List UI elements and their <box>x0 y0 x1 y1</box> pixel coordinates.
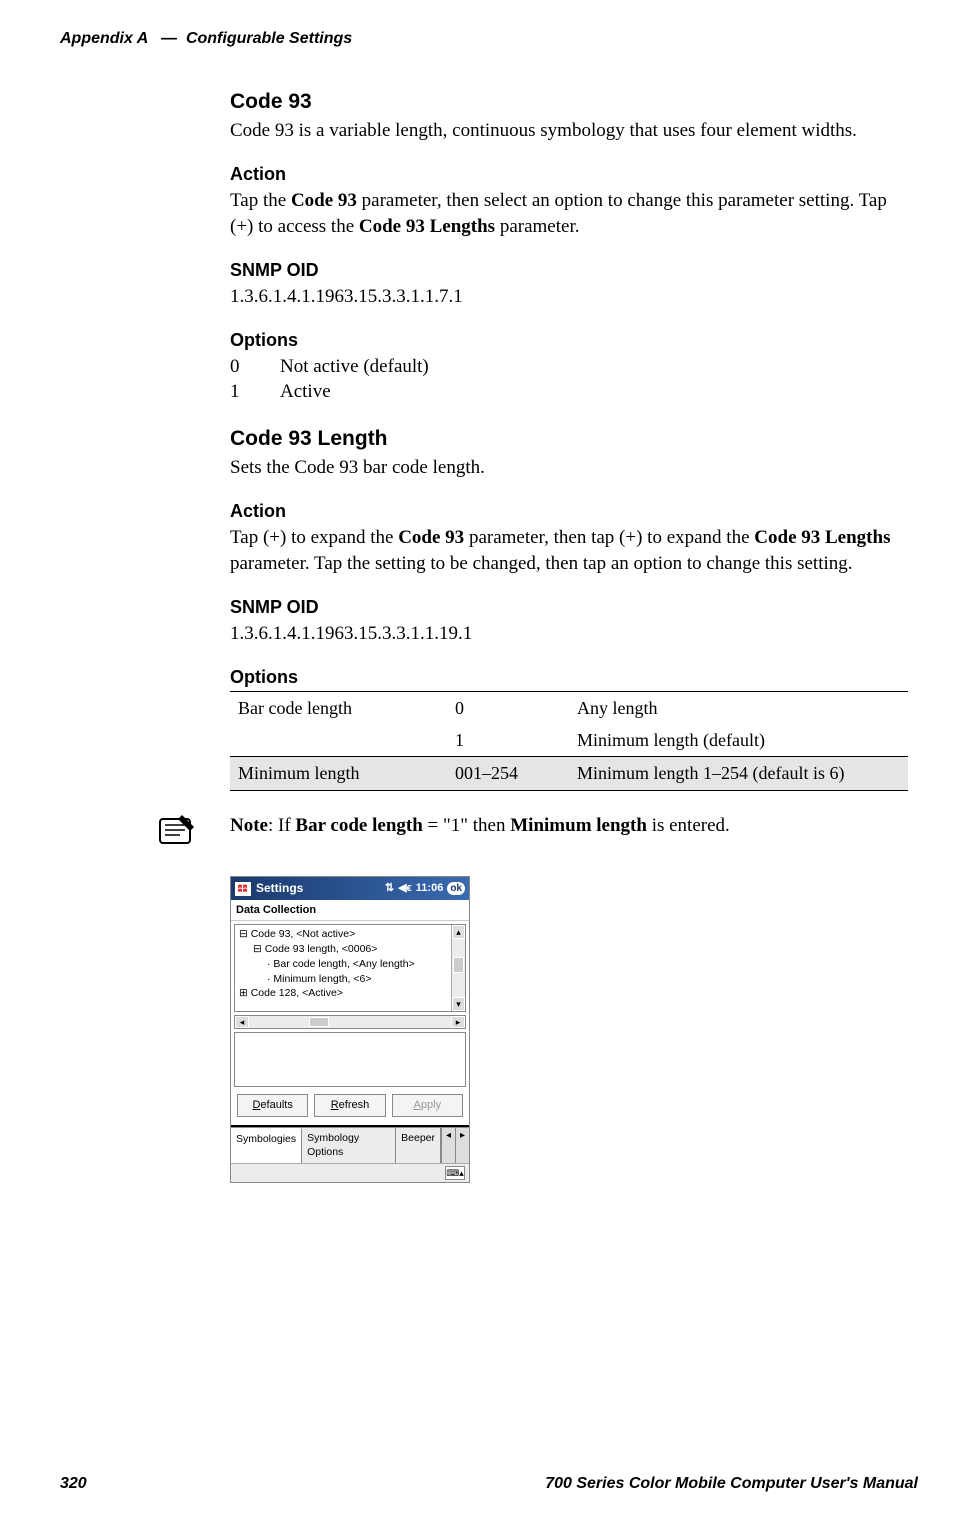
page-footer: 320 700 Series Color Mobile Computer Use… <box>60 1475 918 1493</box>
para-code93-length: Sets the Code 93 bar code length. <box>230 455 908 481</box>
tab-bar: Symbologies Symbology Options Beeper ◂ ▸ <box>231 1127 469 1162</box>
heading-snmp1: SNMP OID <box>230 258 908 282</box>
tree-content[interactable]: ⊟ Code 93, <Not active> ⊟ Code 93 length… <box>235 925 451 1011</box>
tree-item[interactable]: · Bar code length, <Any length> <box>239 957 447 972</box>
heading-action1: Action <box>230 162 908 186</box>
header-title: Configurable Settings <box>186 30 352 47</box>
tab-beeper[interactable]: Beeper <box>396 1128 441 1162</box>
tree-item[interactable]: · Minimum length, <6> <box>239 972 447 987</box>
keyboard-icon[interactable]: ⌨▴ <box>445 1166 465 1180</box>
heading-snmp2: SNMP OID <box>230 595 908 619</box>
em-dash: — <box>161 30 177 47</box>
snmp-oid-2: 1.3.6.1.4.1.1963.15.3.3.1.1.19.1 <box>230 621 908 647</box>
scroll-left-button[interactable]: ◂ <box>235 1016 249 1028</box>
note-text: Note: If Bar code length = "1" then Mini… <box>230 813 730 839</box>
note-icon <box>150 811 200 859</box>
detail-pane <box>234 1032 466 1087</box>
connectivity-icon[interactable]: ⇅ <box>385 881 394 896</box>
sip-row: ⌨▴ <box>231 1163 469 1182</box>
option-row: 0 Not active (default) <box>230 354 908 380</box>
snmp-oid-1: 1.3.6.1.4.1.1963.15.3.3.1.1.7.1 <box>230 284 908 310</box>
ok-button[interactable]: ok <box>447 882 465 896</box>
horizontal-scrollbar[interactable]: ◂ ▸ <box>234 1015 466 1029</box>
heading-code93-length: Code 93 Length <box>230 425 908 453</box>
options-table: Bar code length 0 Any length 1 Minimum l… <box>230 691 908 791</box>
button-row: Defaults Refresh Apply <box>231 1090 469 1127</box>
tree-item[interactable]: ⊞ Code 128, <Active> <box>239 986 447 1001</box>
tree-item[interactable]: ⊟ Code 93, <Not active> <box>239 927 447 942</box>
tab-scroll-right[interactable]: ▸ <box>455 1128 469 1162</box>
manual-title: 700 Series Color Mobile Computer User's … <box>545 1475 918 1493</box>
scroll-up-button[interactable]: ▴ <box>452 925 465 939</box>
heading-code93: Code 93 <box>230 88 908 116</box>
para-code93: Code 93 is a variable length, continuous… <box>230 118 908 144</box>
volume-icon[interactable]: ◀ϵ <box>398 881 412 896</box>
table-row: Bar code length 0 Any length <box>230 691 908 724</box>
note-block: Note: If Bar code length = "1" then Mini… <box>150 813 908 859</box>
scroll-thumb[interactable] <box>453 957 464 973</box>
heading-options2: Options <box>230 665 908 689</box>
system-tray: ⇅ ◀ϵ 11:06 ok <box>385 881 465 896</box>
window-titlebar: Settings ⇅ ◀ϵ 11:06 ok <box>231 877 469 899</box>
refresh-button[interactable]: Refresh <box>314 1094 385 1117</box>
start-flag-icon[interactable] <box>235 882 251 896</box>
para-action2: Tap (+) to expand the Code 93 parameter,… <box>230 525 908 576</box>
option-row: 1 Active <box>230 379 908 405</box>
tab-scroll-left[interactable]: ◂ <box>441 1128 455 1162</box>
para-action1: Tap the Code 93 parameter, then select a… <box>230 188 908 239</box>
tab-symbology-options[interactable]: Symbology Options <box>302 1128 396 1162</box>
clock[interactable]: 11:06 <box>416 881 444 896</box>
scroll-down-button[interactable]: ▾ <box>452 997 465 1011</box>
vertical-scrollbar[interactable]: ▴ ▾ <box>451 925 465 1011</box>
appendix-label: Appendix A <box>60 30 148 47</box>
defaults-button[interactable]: Defaults <box>237 1094 308 1117</box>
tab-symbologies[interactable]: Symbologies <box>231 1128 302 1162</box>
page-header: Appendix A — Configurable Settings <box>60 30 918 48</box>
heading-options1: Options <box>230 328 908 352</box>
window-title: Settings <box>256 880 303 896</box>
heading-action2: Action <box>230 499 908 523</box>
page-number: 320 <box>60 1475 87 1493</box>
device-screenshot: Settings ⇅ ◀ϵ 11:06 ok Data Collection ⊟… <box>230 876 470 1182</box>
app-title: Data Collection <box>231 900 469 922</box>
scroll-thumb[interactable] <box>309 1017 329 1027</box>
scroll-right-button[interactable]: ▸ <box>451 1016 465 1028</box>
main-content: Code 93 Code 93 is a variable length, co… <box>230 88 908 1183</box>
table-row: Minimum length 001–254 Minimum length 1–… <box>230 757 908 790</box>
apply-button[interactable]: Apply <box>392 1094 463 1117</box>
tree-item[interactable]: ⊟ Code 93 length, <0006> <box>239 942 447 957</box>
tree-view[interactable]: ⊟ Code 93, <Not active> ⊟ Code 93 length… <box>234 924 466 1012</box>
